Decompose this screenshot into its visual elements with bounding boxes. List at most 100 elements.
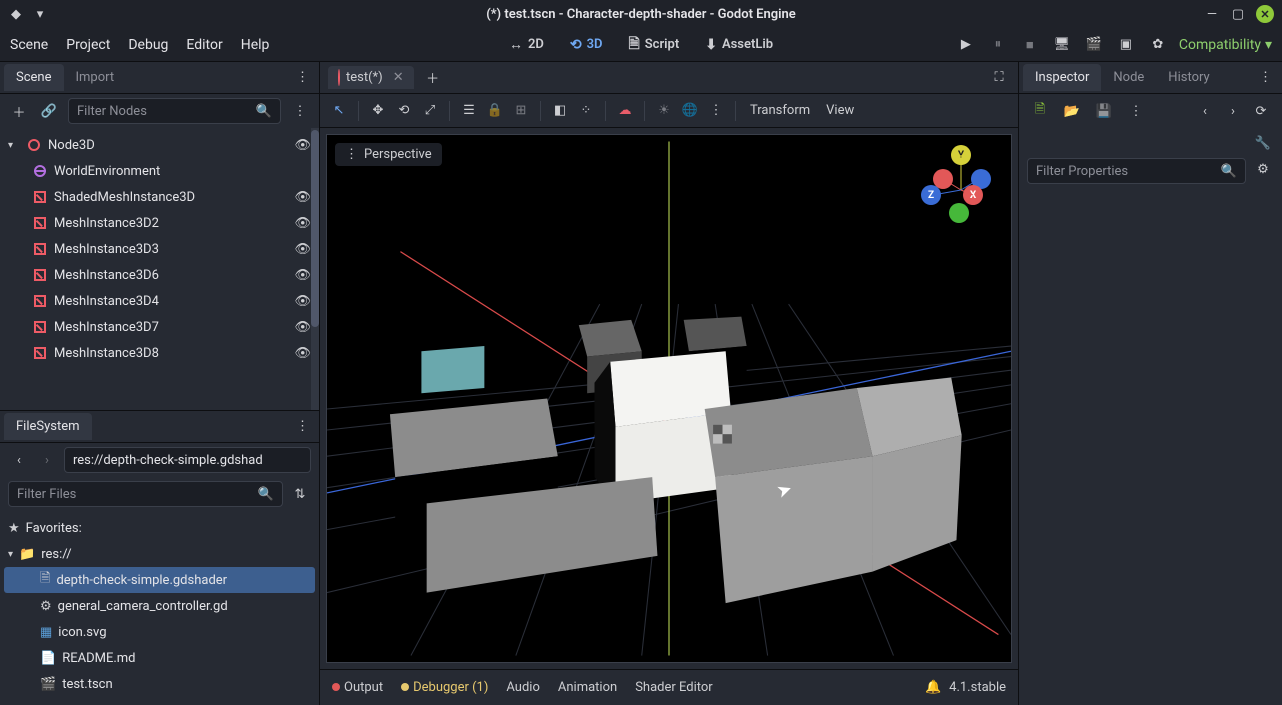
workspace-3d[interactable]: ⟲3D [564, 33, 609, 57]
expand-icon[interactable]: ⛶ [988, 67, 1010, 89]
history-back-icon[interactable]: ‹ [1194, 100, 1216, 122]
notification-bell-icon[interactable]: 🔔 [925, 680, 941, 695]
tab-inspector[interactable]: Inspector [1023, 64, 1101, 91]
add-tab-button[interactable]: ＋ [422, 67, 444, 89]
menu-editor[interactable]: Editor [186, 37, 222, 53]
animation-tab[interactable]: Animation [558, 680, 617, 695]
visibility-icon[interactable]: 👁 [294, 294, 311, 309]
wrench-icon[interactable]: 🔧 [1252, 132, 1274, 154]
file-row[interactable]: 📄README.md [4, 645, 315, 671]
menu-scene[interactable]: Scene [10, 37, 48, 53]
more-icon[interactable]: ⋮ [705, 100, 727, 122]
nav-back-button[interactable]: ‹ [8, 449, 30, 471]
save-resource-icon[interactable]: 💾 [1093, 100, 1115, 122]
3d-viewport[interactable]: ➤ ⋮Perspective Y Z X [326, 134, 1012, 663]
tab-node[interactable]: Node [1101, 64, 1156, 91]
sort-icon[interactable]: ⇅ [289, 483, 311, 505]
file-row[interactable]: 🎬test.tscn [4, 671, 315, 697]
tab-scene[interactable]: Scene [4, 64, 64, 91]
move-tool[interactable]: ✥ [367, 100, 389, 122]
view-menu[interactable]: View [820, 103, 860, 118]
favorites-row[interactable]: ★Favorites: [4, 515, 315, 541]
visibility-icon[interactable]: 👁 [294, 320, 311, 335]
remote-play-icon[interactable]: 🖥 [1051, 34, 1073, 56]
movie-icon[interactable]: ✿ [1147, 34, 1169, 56]
scene-tree[interactable]: ▾ Node3D 👁 WorldEnvironment ShadedMeshIn… [0, 128, 319, 410]
app-menu-icon[interactable]: ◆ [8, 6, 24, 22]
globe-icon[interactable]: 🌐 [679, 100, 701, 122]
tree-node-mesh[interactable]: ShadedMeshInstance3D👁 [4, 184, 319, 210]
refresh-icon[interactable]: ⟳ [1250, 100, 1272, 122]
menu-project[interactable]: Project [66, 37, 110, 53]
chevron-down-icon[interactable]: ▾ [8, 549, 13, 560]
panel-menu-icon[interactable]: ⋮ [1253, 70, 1278, 85]
pause-button[interactable]: ⏸ [987, 34, 1009, 56]
path-input[interactable]: res://depth-check-simple.gdshad [64, 447, 311, 473]
menu-help[interactable]: Help [241, 37, 270, 53]
orientation-gizmo[interactable]: Y Z X [921, 145, 1001, 225]
snap-list-icon[interactable]: ☰ [458, 100, 480, 122]
output-tab[interactable]: Output [332, 680, 383, 695]
file-row[interactable]: ▦icon.svg [4, 619, 315, 645]
file-row[interactable]: ⚙general_camera_controller.gd [4, 593, 315, 619]
rotate-tool[interactable]: ⟲ [393, 100, 415, 122]
visibility-icon[interactable]: 👁 [294, 216, 311, 231]
filter-files-input[interactable]: Filter Files 🔍 [8, 481, 283, 507]
visibility-icon[interactable]: 👁 [294, 268, 311, 283]
tree-node-mesh[interactable]: MeshInstance3D7👁 [4, 314, 319, 340]
sliders-icon[interactable]: ⚙ [1252, 158, 1274, 180]
particles-icon[interactable]: ☁ [614, 100, 636, 122]
visibility-icon[interactable]: 👁 [294, 242, 311, 257]
lock-icon[interactable]: 🔒 [484, 100, 506, 122]
shader-editor-tab[interactable]: Shader Editor [635, 680, 713, 695]
cube-icon[interactable]: ◧ [549, 100, 571, 122]
link-node-button[interactable]: 🔗 [38, 100, 60, 122]
audio-tab[interactable]: Audio [506, 680, 539, 695]
play-custom-icon[interactable]: ▣ [1115, 34, 1137, 56]
scene-tab-test[interactable]: test(*) ✕ [328, 66, 414, 89]
panel-menu-icon[interactable]: ⋮ [290, 419, 315, 434]
tree-root-node3d[interactable]: ▾ Node3D 👁 [4, 132, 319, 158]
new-resource-icon[interactable]: 🗎 [1029, 100, 1051, 122]
renderer-dropdown[interactable]: Compatibility ▾ [1179, 37, 1272, 53]
workspace-script[interactable]: 🗎Script [622, 29, 685, 61]
transform-menu[interactable]: Transform [744, 103, 816, 118]
scrollbar[interactable] [311, 128, 319, 410]
tab-import[interactable]: Import [64, 64, 127, 91]
tree-node-mesh[interactable]: MeshInstance3D2👁 [4, 210, 319, 236]
tree-node-worldenvironment[interactable]: WorldEnvironment [4, 158, 319, 184]
play-scene-button[interactable]: 🎬 [1083, 34, 1105, 56]
group-icon[interactable]: ⊞ [510, 100, 532, 122]
nav-forward-button[interactable]: › [36, 449, 58, 471]
tree-node-mesh[interactable]: MeshInstance3D6👁 [4, 262, 319, 288]
scale-tool[interactable]: ⤢ [419, 100, 441, 122]
close-window-button[interactable]: ✕ [1256, 5, 1274, 23]
tree-node-mesh[interactable]: MeshInstance3D4👁 [4, 288, 319, 314]
more-icon[interactable]: ⋮ [1125, 100, 1147, 122]
sun-icon[interactable]: ☀ [653, 100, 675, 122]
tab-filesystem[interactable]: FileSystem [4, 413, 92, 440]
filesystem-tree[interactable]: ★Favorites: ▾📁res:// 🗎depth-check-simple… [0, 511, 319, 705]
filter-nodes-input[interactable]: Filter Nodes 🔍 [68, 98, 281, 124]
minimize-icon[interactable]: — [1204, 6, 1220, 22]
history-forward-icon[interactable]: › [1222, 100, 1244, 122]
select-tool[interactable]: ↖ [328, 100, 350, 122]
workspace-assetlib[interactable]: ⬇AssetLib [699, 33, 779, 57]
visibility-icon[interactable]: 👁 [294, 346, 311, 361]
panel-menu-icon[interactable]: ⋮ [290, 70, 315, 85]
tab-history[interactable]: History [1156, 64, 1221, 91]
visibility-icon[interactable]: 👁 [294, 190, 311, 205]
folder-res-root[interactable]: ▾📁res:// [4, 541, 315, 567]
debugger-tab[interactable]: Debugger (1) [401, 680, 488, 695]
menu-debug[interactable]: Debug [128, 37, 168, 53]
close-tab-button[interactable]: ✕ [393, 70, 404, 85]
file-row[interactable]: 🗎depth-check-simple.gdshader [4, 567, 315, 593]
maximize-icon[interactable]: ▢ [1230, 6, 1246, 22]
play-button[interactable]: ▶ [955, 34, 977, 56]
tree-node-mesh[interactable]: MeshInstance3D3👁 [4, 236, 319, 262]
workspace-2d[interactable]: ↔2D [503, 32, 550, 57]
visibility-icon[interactable]: 👁 [294, 138, 311, 153]
tree-node-mesh[interactable]: MeshInstance3D8👁 [4, 340, 319, 366]
open-resource-icon[interactable]: 📂 [1061, 100, 1083, 122]
add-node-button[interactable]: ＋ [8, 100, 30, 122]
